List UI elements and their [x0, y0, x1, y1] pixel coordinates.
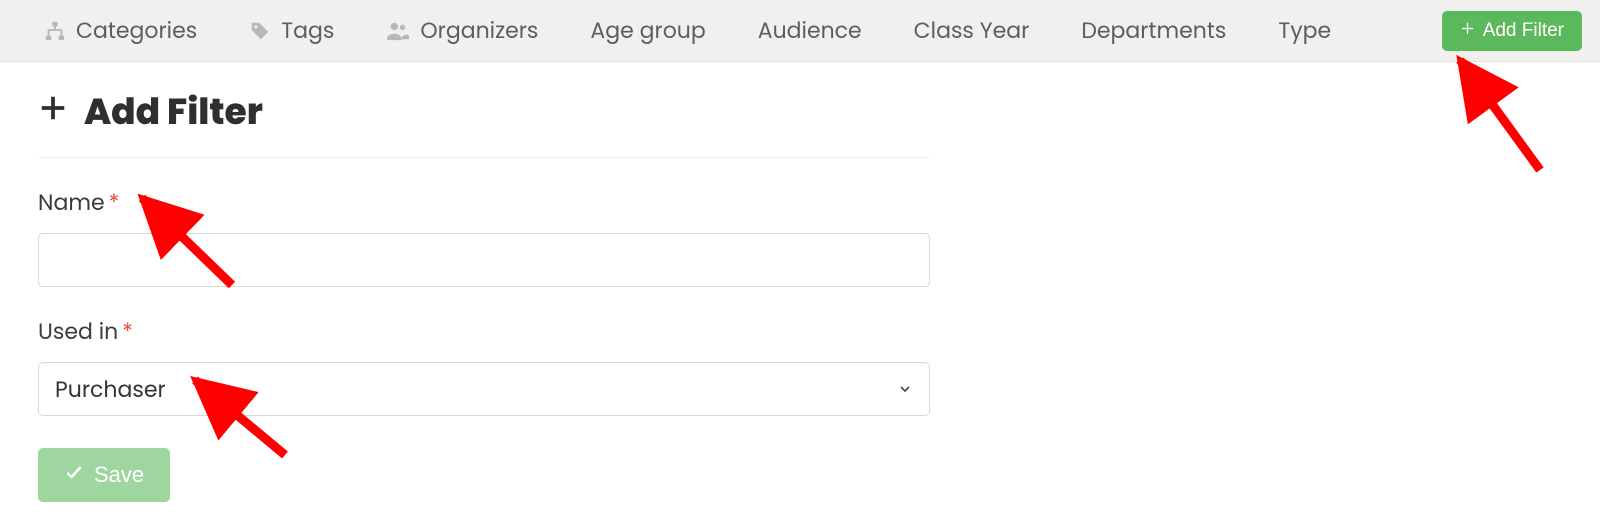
add-filter-label: Add Filter — [1483, 20, 1564, 42]
tab-label: Departments — [1081, 14, 1226, 47]
page-title: Add Filter — [84, 84, 263, 139]
tab-label: Audience — [758, 14, 862, 47]
required-asterisk: * — [122, 316, 133, 347]
check-icon — [64, 462, 84, 488]
save-button[interactable]: Save — [38, 448, 170, 502]
tab-type[interactable]: Type — [1252, 0, 1357, 62]
tab-organizers[interactable]: Organizers — [360, 0, 564, 62]
name-label: Name* — [38, 186, 930, 219]
tab-label: Organizers — [420, 14, 538, 47]
filter-tabs-bar: Categories Tags Organizers Age group Aud… — [0, 0, 1600, 62]
tab-label: Categories — [76, 14, 197, 47]
sitemap-icon — [44, 20, 66, 42]
tab-age-group[interactable]: Age group — [564, 0, 731, 62]
used-in-select[interactable]: Purchaser — [38, 362, 930, 416]
save-label: Save — [94, 462, 144, 488]
tab-label: Tags — [281, 14, 334, 47]
tab-label: Class Year — [914, 14, 1030, 47]
add-filter-button[interactable]: Add Filter — [1442, 11, 1582, 51]
users-icon — [386, 20, 410, 42]
tab-label: Type — [1278, 14, 1331, 47]
tags-icon — [249, 20, 271, 42]
plus-icon — [38, 93, 68, 130]
tab-label: Age group — [590, 14, 705, 47]
plus-icon — [1460, 20, 1475, 42]
tab-tags[interactable]: Tags — [223, 0, 360, 62]
tab-departments[interactable]: Departments — [1055, 0, 1252, 62]
tab-class-year[interactable]: Class Year — [888, 0, 1056, 62]
used-in-value: Purchaser — [55, 373, 166, 406]
tab-categories[interactable]: Categories — [18, 0, 223, 62]
used-in-label: Used in* — [38, 315, 930, 348]
tab-audience[interactable]: Audience — [732, 0, 888, 62]
chevron-down-icon — [897, 373, 913, 406]
name-input[interactable] — [38, 233, 930, 287]
add-filter-form-card: Add Filter Name* Used in* Purchaser Save — [8, 62, 1592, 532]
required-asterisk: * — [109, 187, 120, 218]
